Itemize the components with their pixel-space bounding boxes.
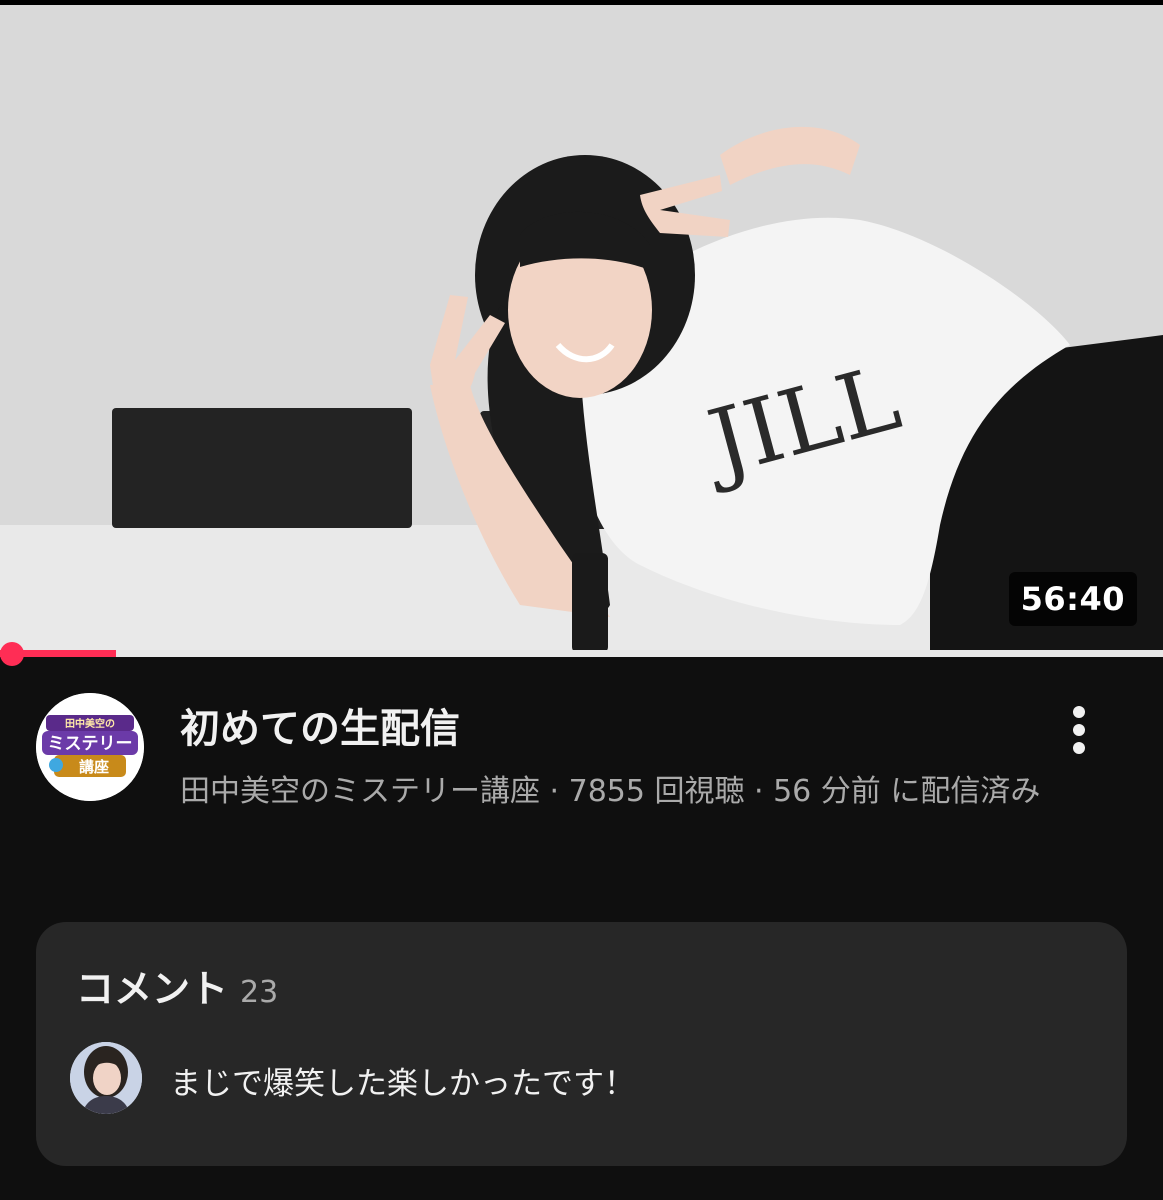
logo-text-top: 田中美空の [65, 717, 115, 730]
comments-section[interactable]: コメント 23 まじで爆笑した楽しかったです！ [36, 922, 1127, 1166]
more-options-button[interactable] [1056, 700, 1102, 760]
comments-title: コメント [76, 967, 229, 1011]
logo-text-bottom: 講座 [79, 758, 109, 776]
top-comment-text: まじで爆笑した楽しかったです！ [170, 1066, 635, 1102]
video-title[interactable]: 初めての生配信 [180, 696, 460, 754]
thumbnail-image: JILL [0, 5, 1163, 650]
commenter-avatar [70, 1042, 142, 1114]
comments-header: コメント 23 [76, 958, 278, 1013]
video-page: JILL 56:40 田中美空の ミステリー 講座 初めての生配信 田中美空のミ… [0, 0, 1163, 1200]
progress-scrubber-handle[interactable] [0, 642, 24, 666]
video-thumbnail[interactable]: JILL 56:40 [0, 5, 1163, 650]
video-metadata: 田中美空のミステリー講座 · 7855 回視聴 · 56 分前 に配信済み [180, 774, 1041, 809]
channel-avatar[interactable]: 田中美空の ミステリー 講座 [36, 693, 144, 801]
channel-logo: 田中美空の ミステリー 講座 [36, 693, 144, 801]
logo-text-main: ミステリー [48, 734, 133, 754]
comments-count: 23 [240, 975, 279, 1010]
watch-progress-bar[interactable] [0, 642, 1163, 666]
video-duration: 56:40 [1008, 572, 1137, 626]
